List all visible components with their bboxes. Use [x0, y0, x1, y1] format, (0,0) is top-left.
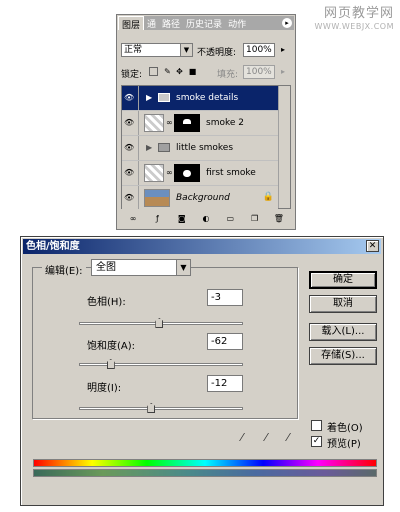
eye-icon[interactable]: 👁: [124, 93, 134, 103]
eye-icon[interactable]: 👁: [124, 168, 134, 178]
eyedropper-plus-icon[interactable]: ⁄: [259, 431, 273, 445]
close-icon[interactable]: ✕: [366, 240, 379, 252]
blend-mode-value: 正常: [124, 45, 143, 55]
edit-value: 全图: [96, 262, 116, 273]
adjustment-layer-icon[interactable]: ◐: [200, 213, 211, 224]
blend-mode-select[interactable]: 正常 ▼: [121, 43, 193, 57]
source-spectrum-bar: [33, 459, 377, 467]
hue-label: 色相(H):: [87, 297, 126, 308]
lock-transparency-icon[interactable]: [149, 67, 158, 76]
dialog-title: 色相/饱和度: [26, 241, 80, 252]
divider: [138, 111, 139, 135]
tab-paths[interactable]: 路径: [159, 16, 183, 30]
lock-all-icon[interactable]: ■: [188, 67, 197, 76]
tab-layers[interactable]: 图层: [118, 16, 145, 31]
settings-group: [32, 267, 298, 419]
link-icon[interactable]: ∞: [166, 118, 173, 127]
panel-footer: ∞ ƒ ◙ ◐ ▭ ❐ 🗑: [121, 211, 291, 225]
watermark: 网页教学网 WWW.WEBJX.COM: [315, 2, 394, 31]
add-mask-icon[interactable]: ◙: [176, 213, 187, 224]
colorize-checkbox[interactable]: [311, 420, 322, 431]
watermark-url: WWW.WEBJX.COM: [314, 22, 394, 31]
fill-arrow-icon[interactable]: ▸: [277, 65, 289, 79]
watermark-title: 网页教学网: [323, 6, 394, 21]
result-spectrum-bar: [33, 469, 377, 477]
chevron-down-icon: ▼: [180, 44, 192, 56]
lightness-label: 明度(I):: [87, 383, 122, 394]
tab-actions[interactable]: 动作: [225, 16, 249, 30]
scrollbar[interactable]: [278, 86, 290, 208]
divider: [138, 136, 139, 160]
lightness-input[interactable]: -12: [207, 375, 243, 392]
fill-input[interactable]: 100%: [243, 65, 275, 79]
new-group-icon[interactable]: ▭: [225, 213, 236, 224]
layer-name: little smokes: [176, 143, 234, 153]
tab-channels[interactable]: 通: [144, 16, 159, 30]
layer-name: smoke details: [176, 93, 239, 103]
new-layer-icon[interactable]: ❐: [249, 213, 260, 224]
delete-layer-icon[interactable]: 🗑: [273, 213, 284, 224]
layer-name: Background: [176, 193, 230, 203]
fill-label: 填充:: [217, 70, 239, 80]
load-button[interactable]: 载入(L)...: [309, 323, 377, 341]
layer-row[interactable]: 👁 ▶ little smokes: [122, 136, 278, 161]
opacity-label: 不透明度:: [197, 48, 237, 58]
expand-arrow-icon[interactable]: ▶: [146, 143, 152, 152]
save-button[interactable]: 存储(S)...: [309, 347, 377, 365]
panel-tabs: 图层 通 路径 历史记录 动作 ▸: [118, 16, 294, 31]
tab-history[interactable]: 历史记录: [183, 16, 225, 30]
layer-name: smoke 2: [206, 118, 244, 128]
opacity-arrow-icon[interactable]: ▸: [277, 43, 289, 57]
ok-button[interactable]: 确定: [309, 271, 377, 289]
preview-checkbox[interactable]: ✓: [311, 436, 322, 447]
saturation-slider[interactable]: [79, 359, 243, 369]
lock-label: 锁定:: [121, 70, 143, 80]
layer-thumbnail: [144, 114, 164, 132]
eye-icon[interactable]: 👁: [124, 143, 134, 153]
divider: [138, 86, 139, 110]
eyedropper-minus-icon[interactable]: ⁄: [281, 431, 295, 445]
lock-brush-icon[interactable]: ✎: [163, 67, 172, 76]
lock-icon: 🔒: [262, 192, 274, 202]
folder-icon: [158, 143, 170, 152]
dialog-titlebar: 色相/饱和度 ✕: [23, 239, 381, 254]
layers-list: 👁 ▶ smoke details 👁 ∞ smoke 2 👁 ▶ little…: [121, 85, 291, 209]
layer-row[interactable]: 👁 ∞ smoke 2: [122, 111, 278, 136]
link-icon[interactable]: ∞: [166, 168, 173, 177]
cancel-button[interactable]: 取消: [309, 295, 377, 313]
divider: [138, 161, 139, 185]
mask-thumbnail[interactable]: [174, 114, 200, 132]
divider: [138, 186, 139, 209]
lightness-slider[interactable]: [79, 403, 243, 413]
saturation-label: 饱和度(A):: [87, 341, 136, 352]
edit-select[interactable]: 全图 ▼: [91, 259, 191, 276]
layer-row[interactable]: 👁 ▶ smoke details: [122, 86, 278, 111]
panel-menu-icon[interactable]: ▸: [282, 18, 292, 28]
hue-saturation-dialog: 色相/饱和度 ✕ 编辑(E): 全图 ▼ 色相(H): -3 饱和度(A): -…: [20, 236, 384, 506]
chevron-down-icon: ▼: [176, 260, 190, 275]
colorize-label: 着色(O): [327, 423, 363, 434]
link-layers-icon[interactable]: ∞: [128, 213, 139, 224]
hue-slider[interactable]: [79, 318, 243, 328]
opacity-input[interactable]: 100%: [243, 43, 275, 57]
layer-style-icon[interactable]: ƒ: [152, 213, 163, 224]
eye-icon[interactable]: 👁: [124, 118, 134, 128]
edit-label: 编辑(E):: [42, 262, 86, 277]
folder-icon: [158, 93, 170, 102]
mask-thumbnail[interactable]: [174, 164, 200, 182]
layer-row[interactable]: 👁 ∞ first smoke: [122, 161, 278, 186]
layers-panel: 图层 通 路径 历史记录 动作 ▸ 正常 ▼ 不透明度: 100% ▸ 锁定: …: [116, 14, 296, 230]
saturation-input[interactable]: -62: [207, 333, 243, 350]
layer-name: first smoke: [206, 168, 256, 178]
hue-input[interactable]: -3: [207, 289, 243, 306]
layer-thumbnail: [144, 189, 170, 207]
expand-arrow-icon[interactable]: ▶: [146, 93, 152, 102]
eye-icon[interactable]: 👁: [124, 193, 134, 203]
lock-move-icon[interactable]: ✥: [175, 67, 184, 76]
layer-thumbnail: [144, 164, 164, 182]
layer-row[interactable]: 👁 Background 🔒: [122, 186, 278, 209]
preview-label: 预览(P): [327, 439, 361, 450]
eyedropper-icon[interactable]: ⁄: [235, 431, 249, 445]
